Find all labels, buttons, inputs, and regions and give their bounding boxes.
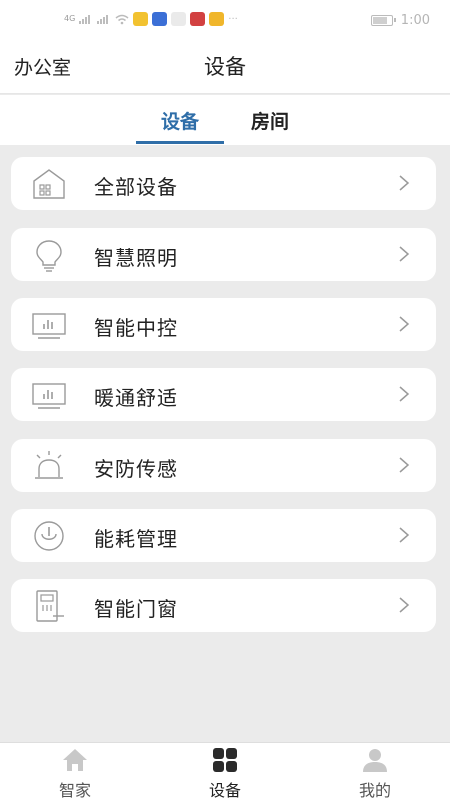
chevron-right-icon [399, 316, 410, 332]
status-icons: 4G ··· [64, 12, 238, 26]
category-label: 全部设备 [94, 175, 178, 199]
category-item-energy-management[interactable]: 能耗管理 [11, 509, 436, 562]
category-item-smart-doors-windows[interactable]: 智能门窗 [11, 579, 436, 632]
house-icon [33, 169, 65, 199]
battery-icon [370, 15, 396, 26]
alarm-light-icon [35, 451, 63, 479]
category-item-security-sensing[interactable]: 安防传感 [11, 439, 436, 492]
chevron-right-icon [399, 175, 410, 191]
power-meter-icon [34, 521, 64, 551]
chevron-right-icon [399, 246, 410, 262]
app-notification-icon [209, 12, 225, 26]
app-notification-icon [190, 12, 206, 26]
nav-label: 智家 [58, 781, 91, 800]
lightbulb-icon [36, 240, 62, 272]
category-label: 智能中控 [94, 316, 178, 340]
monitor-chart-icon [32, 313, 66, 339]
chevron-right-icon [399, 386, 410, 402]
category-item-hvac-comfort[interactable]: 暖通舒适 [11, 368, 436, 421]
wifi-icon [115, 14, 129, 24]
app-notification-icon [171, 12, 187, 26]
category-label: 智慧照明 [94, 246, 178, 270]
status-bar: 4G ··· 1:00 [0, 0, 450, 38]
tab-rooms[interactable]: 房间 [226, 107, 314, 134]
category-item-smart-lighting[interactable]: 智慧照明 [11, 228, 436, 281]
app-notification-icon [133, 12, 149, 26]
chevron-right-icon [399, 597, 410, 613]
signal-icon [79, 14, 93, 24]
bottom-navigation: 智家 设备 我的 [0, 742, 450, 800]
category-item-all-devices[interactable]: 全部设备 [11, 157, 436, 210]
tab-bar: 设备 房间 [0, 95, 450, 145]
nav-label: 我的 [358, 781, 391, 800]
person-icon [363, 749, 387, 772]
monitor-chart-icon [32, 383, 66, 409]
clock: 1:00 [400, 13, 430, 28]
more-notifications-icon: ··· [228, 13, 238, 25]
active-tab-indicator [136, 141, 224, 144]
category-label: 智能门窗 [94, 597, 178, 621]
nav-home[interactable]: 智家 [35, 747, 115, 800]
home-icon [63, 749, 87, 771]
category-label: 暖通舒适 [94, 386, 178, 410]
chevron-right-icon [399, 527, 410, 543]
nav-label: 设备 [208, 781, 241, 800]
category-label: 能耗管理 [94, 527, 178, 551]
category-label: 安防传感 [94, 457, 178, 481]
category-item-smart-control[interactable]: 智能中控 [11, 298, 436, 351]
app-header: 办公室 设备 [0, 38, 450, 94]
tab-devices[interactable]: 设备 [136, 107, 224, 134]
page-title: 设备 [204, 55, 246, 79]
door-lock-icon [36, 590, 64, 622]
network-label: 4G [64, 14, 76, 23]
chevron-right-icon [399, 457, 410, 473]
signal-2-icon [97, 14, 111, 24]
nav-profile[interactable]: 我的 [335, 747, 415, 800]
grid-icon [213, 748, 237, 772]
nav-devices[interactable]: 设备 [185, 747, 265, 800]
app-notification-icon [152, 12, 168, 26]
